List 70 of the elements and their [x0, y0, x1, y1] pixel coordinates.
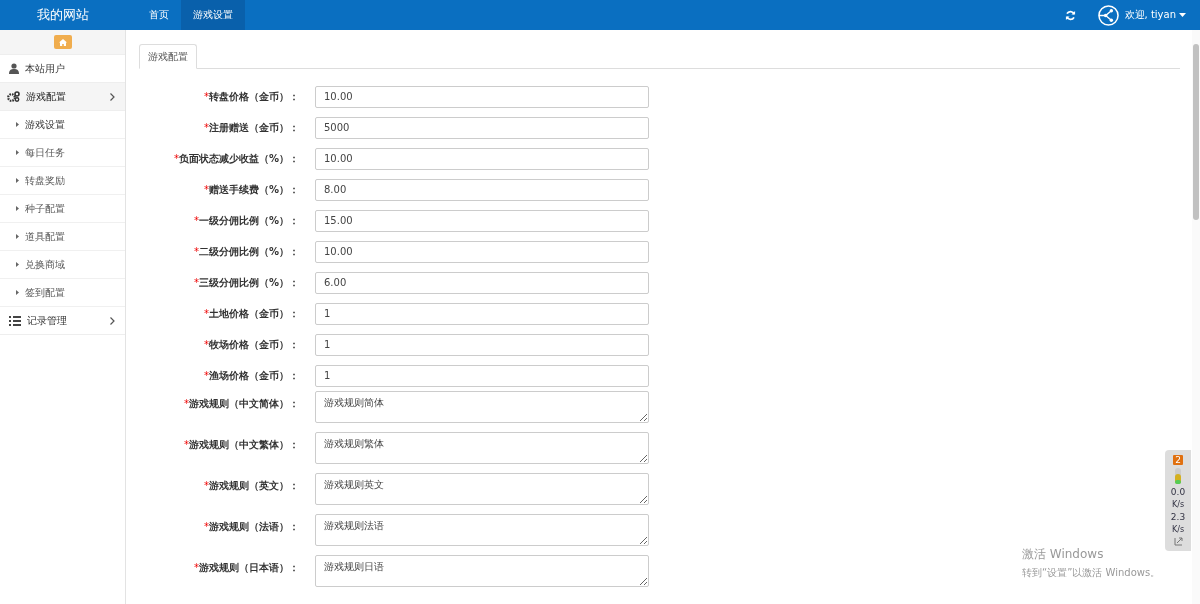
speed-unit: K/s	[1171, 500, 1185, 509]
scrollbar[interactable]	[1192, 30, 1200, 604]
gears-icon	[7, 91, 20, 102]
submenu-item[interactable]: 签到配置	[0, 279, 125, 307]
activation-title: 激活 Windows	[1022, 546, 1105, 563]
caret-icon	[16, 234, 19, 239]
input-field[interactable]: 10.00	[315, 85, 649, 108]
site-title: 我的网站	[35, 6, 90, 24]
download-speed: 2.3	[1170, 512, 1186, 522]
caret-icon	[16, 262, 19, 267]
field-label: *游戏规则（中文简体）：	[183, 397, 299, 411]
speed-unit: K/s	[1171, 525, 1185, 534]
user-menu[interactable]: 欢迎, tiyan	[1124, 8, 1186, 22]
field-label: *二级分佣比例（%）：	[192, 244, 299, 259]
caret-icon	[16, 178, 19, 183]
field-label: *渔场价格（金币）：	[203, 368, 299, 383]
scrollbar-thumb[interactable]	[1193, 44, 1199, 220]
input-field[interactable]: 15.00	[315, 209, 649, 232]
submenu-item[interactable]: 每日任务	[0, 139, 125, 167]
count-badge: 2	[1173, 455, 1183, 465]
chevron-icon	[110, 92, 115, 101]
refresh-icon[interactable]	[1064, 9, 1076, 21]
submenu-item[interactable]: 兑换商域	[0, 251, 125, 279]
field-label: *游戏规则（日本语）：	[193, 561, 299, 575]
sidebar-item[interactable]: 记录管理	[0, 307, 125, 335]
input-field[interactable]: 10.00	[315, 147, 649, 170]
caret-icon	[1179, 13, 1186, 17]
text-area[interactable]: 游戏规则繁体	[315, 432, 649, 464]
field-label: *赠送手续费（%）：	[202, 182, 299, 197]
field-label: *一级分佣比例（%）：	[192, 213, 299, 228]
field-label: *三级分佣比例（%）：	[192, 275, 299, 290]
caret-icon	[16, 122, 19, 127]
submenu-item[interactable]: 转盘奖励	[0, 167, 125, 195]
input-field[interactable]: 10.00	[315, 240, 649, 263]
field-label: *游戏规则（英文）：	[203, 479, 299, 493]
tab[interactable]: 游戏配置	[139, 44, 197, 69]
input-field[interactable]: 8.00	[315, 178, 649, 201]
input-field[interactable]: 1	[315, 302, 649, 325]
text-area[interactable]: 游戏规则法语	[315, 514, 649, 546]
text-area[interactable]: 游戏规则简体	[315, 391, 649, 423]
home-button[interactable]	[53, 35, 72, 49]
nav-tab[interactable]: 首页	[137, 0, 181, 30]
activation-hint: 转到“设置”以激活 Windows。	[1022, 566, 1161, 580]
user-icon	[9, 63, 19, 74]
input-field[interactable]: 5000	[315, 116, 649, 139]
input-field[interactable]: 6.00	[315, 271, 649, 294]
chevron-icon	[110, 316, 115, 325]
home-icon	[58, 38, 67, 46]
input-field[interactable]: 1	[315, 333, 649, 356]
text-area[interactable]: 游戏规则英文	[315, 473, 649, 505]
sidebar-item[interactable]: 游戏配置	[0, 83, 125, 111]
submenu-item[interactable]: 道具配置	[0, 223, 125, 251]
upload-speed: 0.0	[1170, 487, 1186, 497]
field-label: *转盘价格（金币）：	[203, 89, 299, 104]
caret-icon	[16, 290, 19, 295]
list-icon	[9, 315, 21, 326]
caret-icon	[16, 206, 19, 211]
field-label: *游戏规则（中文繁体）：	[183, 438, 299, 452]
field-label: *牧场价格（金币）：	[203, 337, 299, 352]
text-area[interactable]: 游戏规则日语	[315, 555, 649, 587]
input-field[interactable]: 1	[315, 364, 649, 387]
expand-icon[interactable]	[1173, 537, 1183, 546]
gauge-icon	[1175, 468, 1181, 484]
caret-icon	[16, 150, 19, 155]
field-label: *注册赠送（金币）：	[203, 120, 299, 135]
nav-tab[interactable]: 游戏设置	[181, 0, 245, 30]
submenu-item[interactable]: 种子配置	[0, 195, 125, 223]
field-label: *土地价格（金币）：	[203, 306, 299, 321]
field-label: *负面状态减少收益（%）：	[172, 151, 299, 166]
field-label: *游戏规则（法语）：	[203, 520, 299, 534]
